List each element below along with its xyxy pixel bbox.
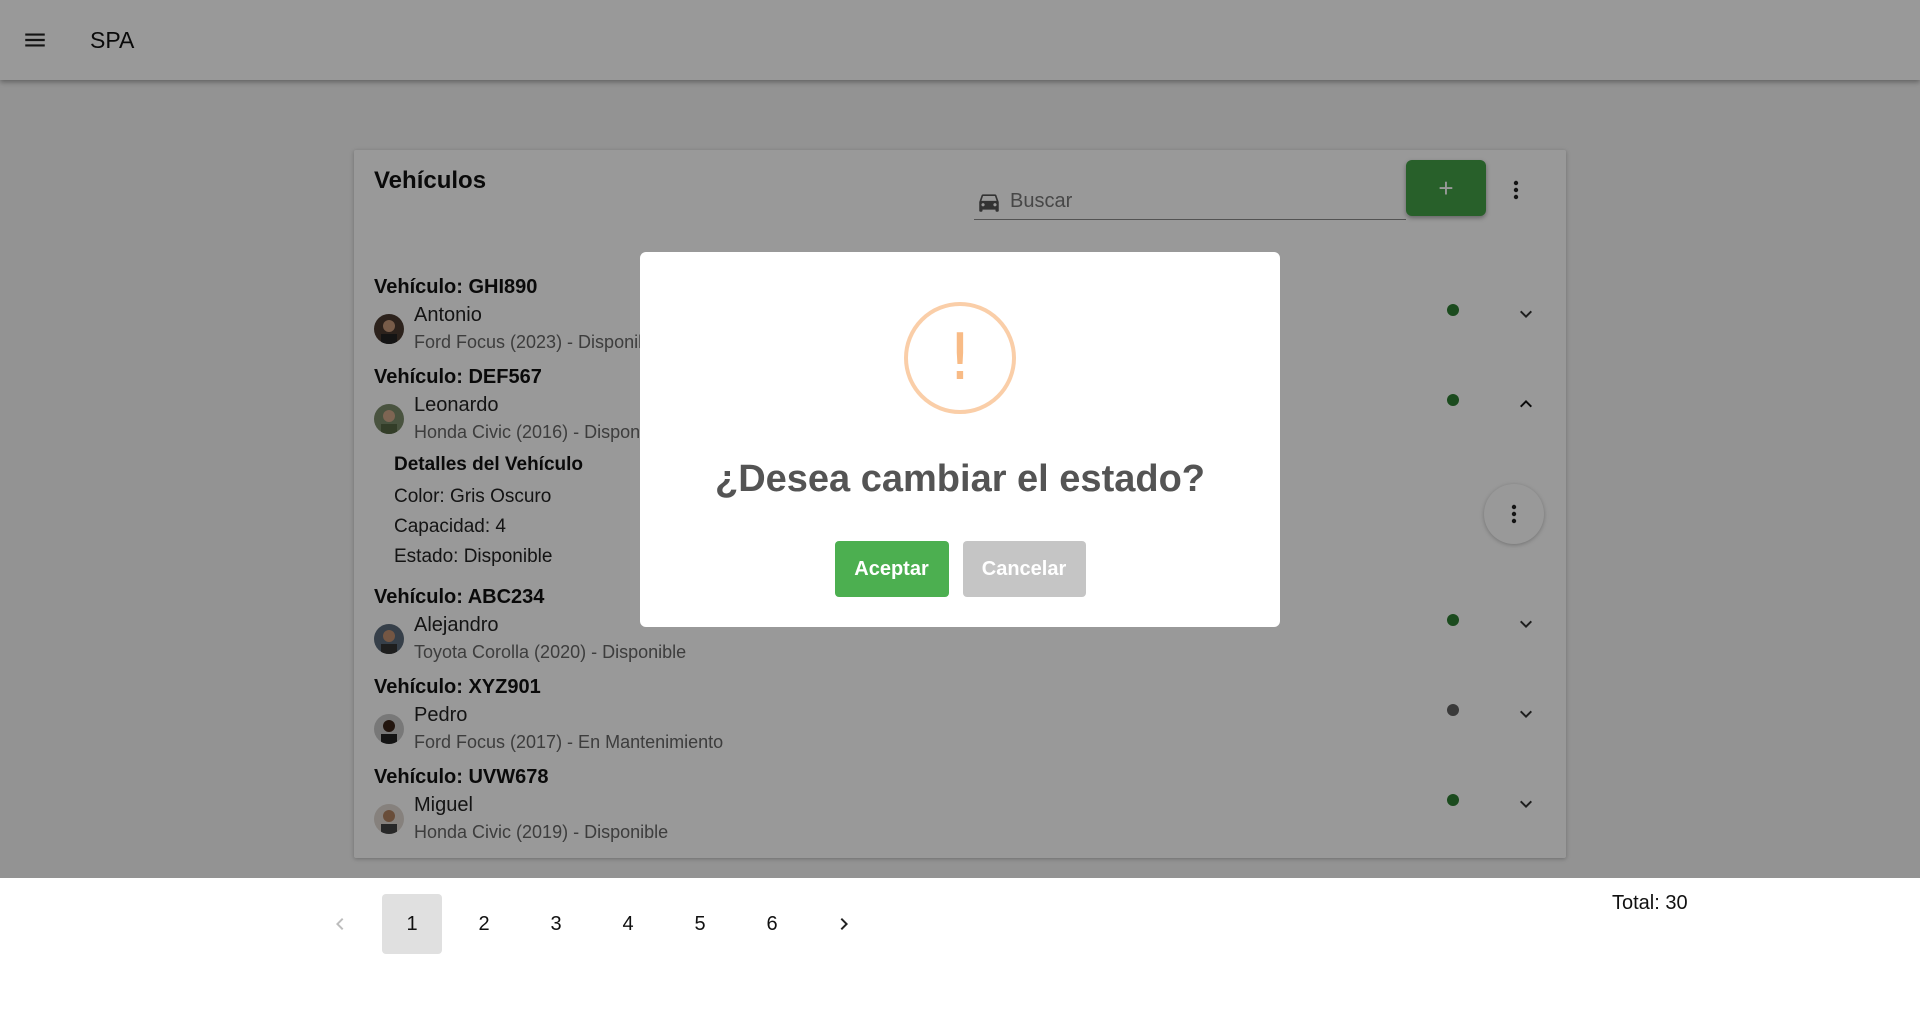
next-page-icon[interactable] [814,894,874,954]
dialog-title: ¿Desea cambiar el estado? [715,458,1205,500]
warning-glyph: ! [947,321,973,395]
accept-button[interactable]: Aceptar [834,541,949,597]
dialog-actions: Aceptar Cancelar [640,541,1280,597]
cancel-button[interactable]: Cancelar [962,541,1086,597]
total-count: Total: 30 [1612,892,1688,914]
pagination: 1 2 3 4 5 6 [310,894,886,954]
confirm-dialog: ! ¿Desea cambiar el estado? Aceptar Canc… [640,252,1280,627]
page-button-6[interactable]: 6 [742,894,802,954]
page-button-3[interactable]: 3 [526,894,586,954]
page-button-5[interactable]: 5 [670,894,730,954]
page-button-2[interactable]: 2 [454,894,514,954]
page-button-1[interactable]: 1 [382,894,442,954]
warning-icon: ! [904,302,1016,414]
page-button-4[interactable]: 4 [598,894,658,954]
previous-page-icon[interactable] [310,894,370,954]
